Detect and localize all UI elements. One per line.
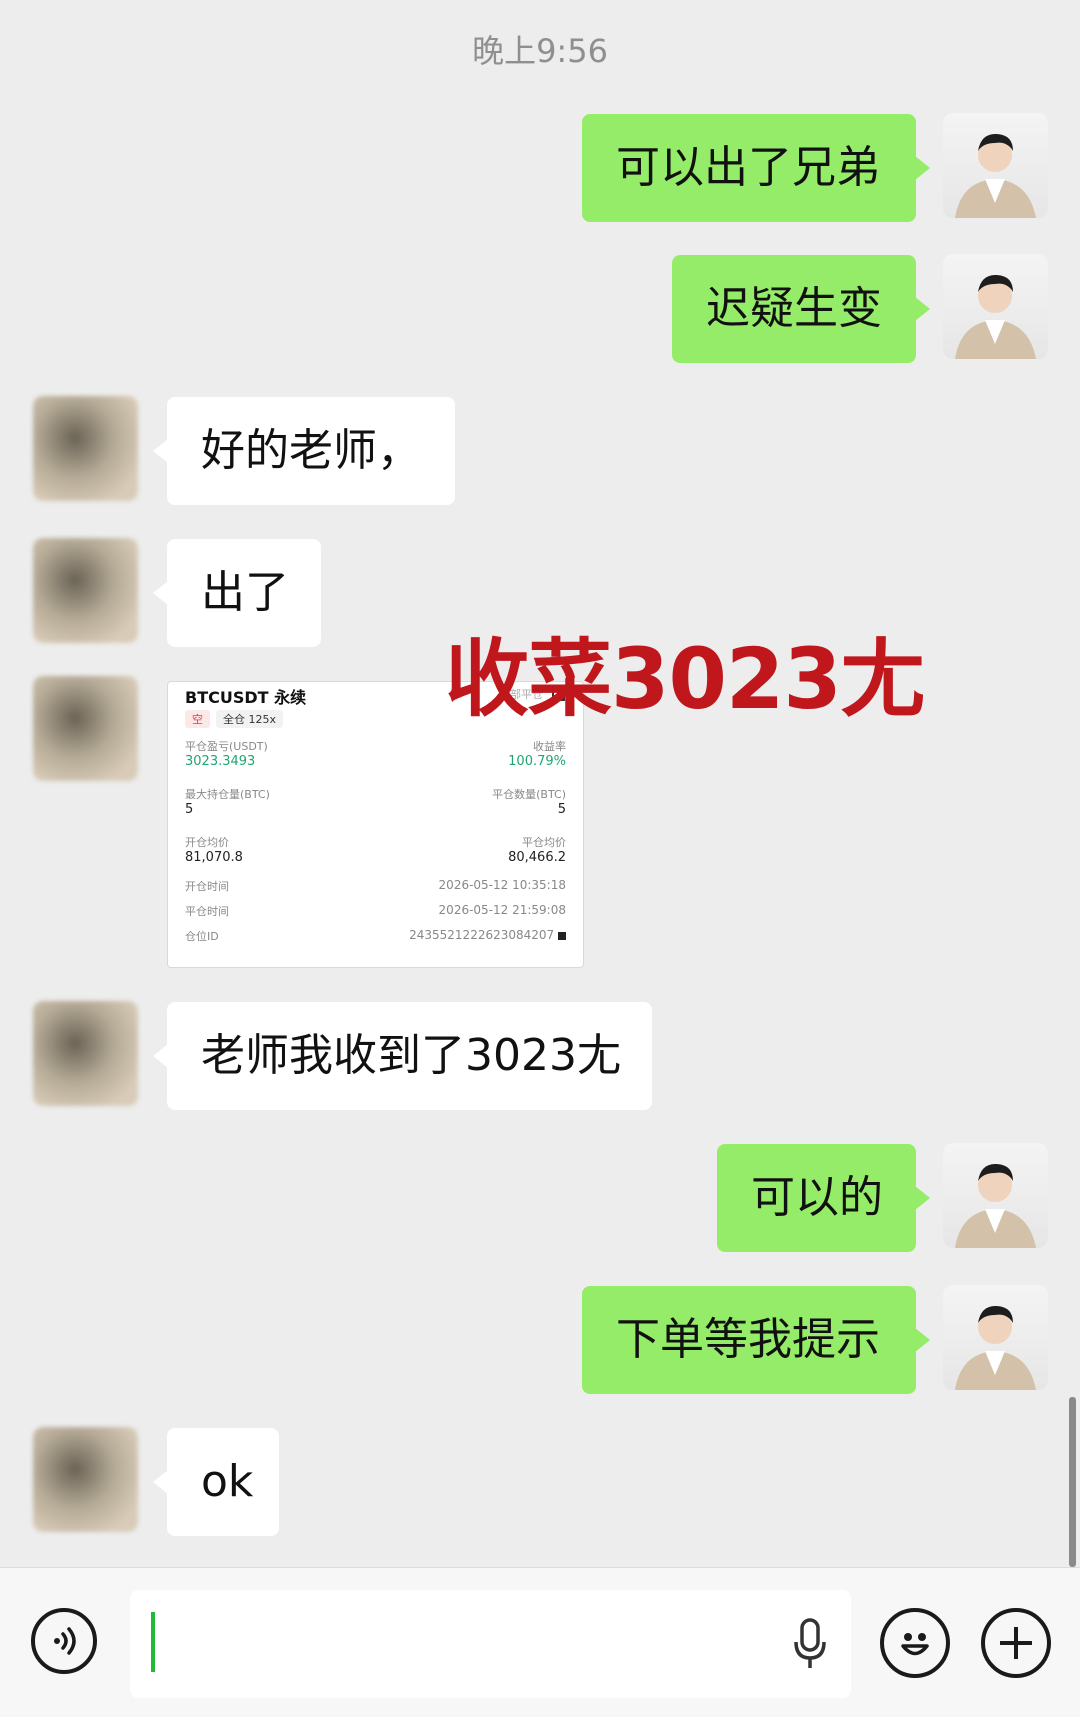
max-position-value: 5 xyxy=(185,802,194,817)
side-tag: 空 xyxy=(185,710,210,728)
voice-input-icon xyxy=(54,1627,76,1655)
my-avatar[interactable] xyxy=(943,1143,1048,1248)
close-time-value: 2026-05-12 21:59:08 xyxy=(438,903,566,917)
my-avatar[interactable] xyxy=(943,113,1048,218)
close-quantity-value: 5 xyxy=(557,802,566,817)
close-time-label: 平仓时间 xyxy=(185,905,229,918)
roi-value: 100.79% xyxy=(508,754,566,769)
chat-input-bar xyxy=(0,1567,1080,1717)
message-bubble-sent[interactable]: 下单等我提示 xyxy=(582,1286,930,1394)
contact-avatar[interactable] xyxy=(33,538,138,643)
position-id-label: 仓位ID xyxy=(185,930,219,943)
contact-avatar[interactable] xyxy=(33,396,138,501)
text-caret xyxy=(151,1612,155,1672)
emoji-button[interactable] xyxy=(880,1608,950,1678)
copy-icon[interactable] xyxy=(558,931,566,940)
open-time-value: 2026-05-12 10:35:18 xyxy=(438,878,566,892)
person-avatar-icon xyxy=(955,1305,1036,1390)
card-title: BTCUSDT 永续 xyxy=(185,688,307,707)
message-bubble-received[interactable]: ok xyxy=(153,1428,279,1536)
message-bubble-sent[interactable]: 可以的 xyxy=(717,1144,930,1252)
contact-avatar[interactable] xyxy=(33,1427,138,1532)
roi-label: 收益率 xyxy=(533,740,566,753)
close-avg-value: 80,466.2 xyxy=(508,850,566,865)
my-avatar[interactable] xyxy=(943,1285,1048,1390)
voice-toggle-button[interactable] xyxy=(31,1608,97,1674)
message-bubble-sent[interactable]: 可以出了兄弟 xyxy=(582,114,930,222)
emoji-icon xyxy=(901,1633,929,1656)
contact-avatar[interactable] xyxy=(33,676,138,781)
margin-tag: 全仓 125x xyxy=(216,710,284,728)
open-avg-value: 81,070.8 xyxy=(185,850,243,865)
more-actions-button[interactable] xyxy=(981,1608,1051,1678)
microphone-icon[interactable] xyxy=(790,1616,830,1672)
pnl-label: 平仓盈亏(USDT) xyxy=(185,740,268,753)
my-avatar[interactable] xyxy=(943,254,1048,359)
close-quantity-label: 平仓数量(BTC) xyxy=(492,788,566,801)
message-bubble-received[interactable]: 出了 xyxy=(153,539,321,647)
plus-icon xyxy=(1000,1627,1032,1659)
person-avatar-icon xyxy=(955,133,1036,218)
person-avatar-icon xyxy=(955,1163,1036,1248)
message-bubble-received[interactable]: 好的老师， xyxy=(153,397,455,505)
message-input[interactable] xyxy=(130,1590,851,1698)
position-id-text: 2435521222623084207 xyxy=(409,928,555,942)
scrollbar[interactable] xyxy=(1069,1397,1076,1567)
open-avg-label: 开仓均价 xyxy=(185,836,229,849)
timestamp: 晚上9:56 xyxy=(472,32,608,70)
close-avg-label: 平仓均价 xyxy=(522,836,566,849)
contact-avatar[interactable] xyxy=(33,1001,138,1106)
max-position-label: 最大持仓量(BTC) xyxy=(185,788,270,801)
pnl-value: 3023.3493 xyxy=(185,754,256,769)
position-id-value: 2435521222623084207 xyxy=(409,928,566,944)
message-bubble-received[interactable]: 老师我收到了3023尢 xyxy=(153,1002,652,1110)
overlay-annotation: 收菜3023尢 xyxy=(445,630,925,728)
message-bubble-sent[interactable]: 迟疑生变 xyxy=(672,255,930,363)
open-time-label: 开仓时间 xyxy=(185,880,229,893)
person-avatar-icon xyxy=(955,274,1036,359)
